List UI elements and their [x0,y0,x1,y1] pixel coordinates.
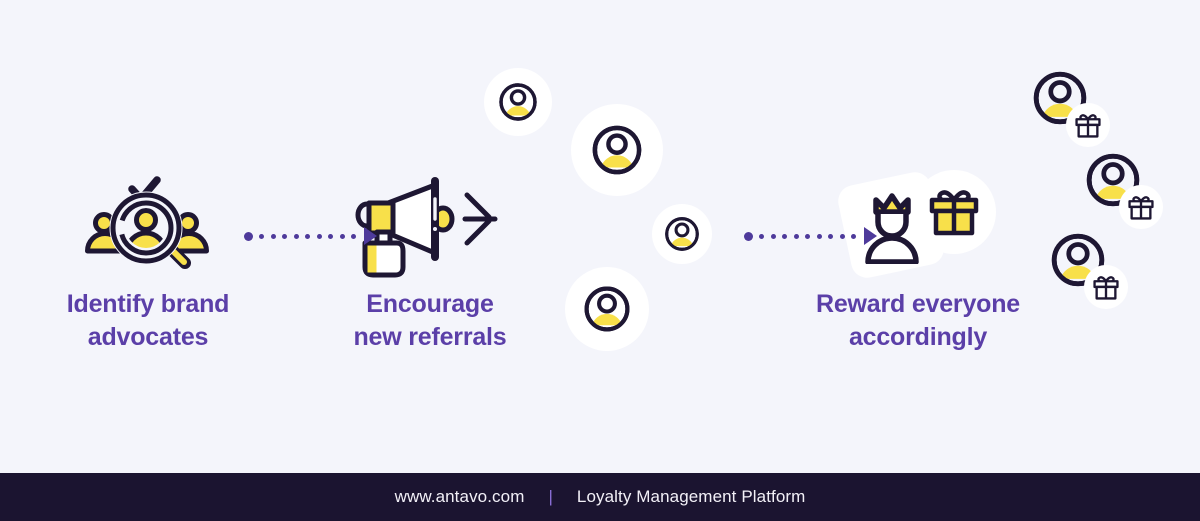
avatar-icon [665,217,699,251]
footer-tagline: Loyalty Management Platform [576,487,806,506]
step-identify-brand-advocates: Identify brand advocates [38,168,258,355]
step-encourage-new-referrals: Encourage new referrals [320,168,540,355]
gift-outline-icon [1093,275,1119,300]
referral-avatar-bubble [484,68,552,136]
dotted-arrow-right-icon [744,225,877,247]
infographic-canvas: Identify brand advocates Encourage new r… [0,0,1200,521]
referral-avatar-bubble [652,204,712,264]
referral-avatar-bubble [565,267,649,351]
avatar-icon [592,125,642,175]
step-title: Identify brand advocates [66,290,230,352]
footer-website-link[interactable]: www.antavo.com [395,487,525,507]
step-title: Reward everyone accordingly [815,290,1021,352]
gift-bubble [912,170,996,254]
gift-filled-icon [929,190,979,236]
step-title: Encourage new referrals [353,290,507,352]
footer-bar: www.antavo.com | Loyalty Management Plat… [0,473,1200,521]
gift-outline-icon [1128,195,1154,220]
avatar-icon [584,286,630,332]
people-magnifier-check-icon [38,168,258,288]
reward-gift-bubble [1084,265,1128,309]
gift-outline-icon [1075,113,1101,138]
dotted-arrow-right-icon [244,225,377,247]
diagram-stage: Identify brand advocates Encourage new r… [0,0,1200,473]
reward-gift-bubble [1066,103,1110,147]
reward-gift-bubble [1119,185,1163,229]
referral-avatar-bubble [571,104,663,196]
footer-content: www.antavo.com | Loyalty Management Plat… [395,487,806,507]
avatar-icon [499,83,537,121]
footer-separator: | [548,487,553,506]
step-reward-everyone-accordingly: Reward everyone accordingly [805,168,1031,355]
